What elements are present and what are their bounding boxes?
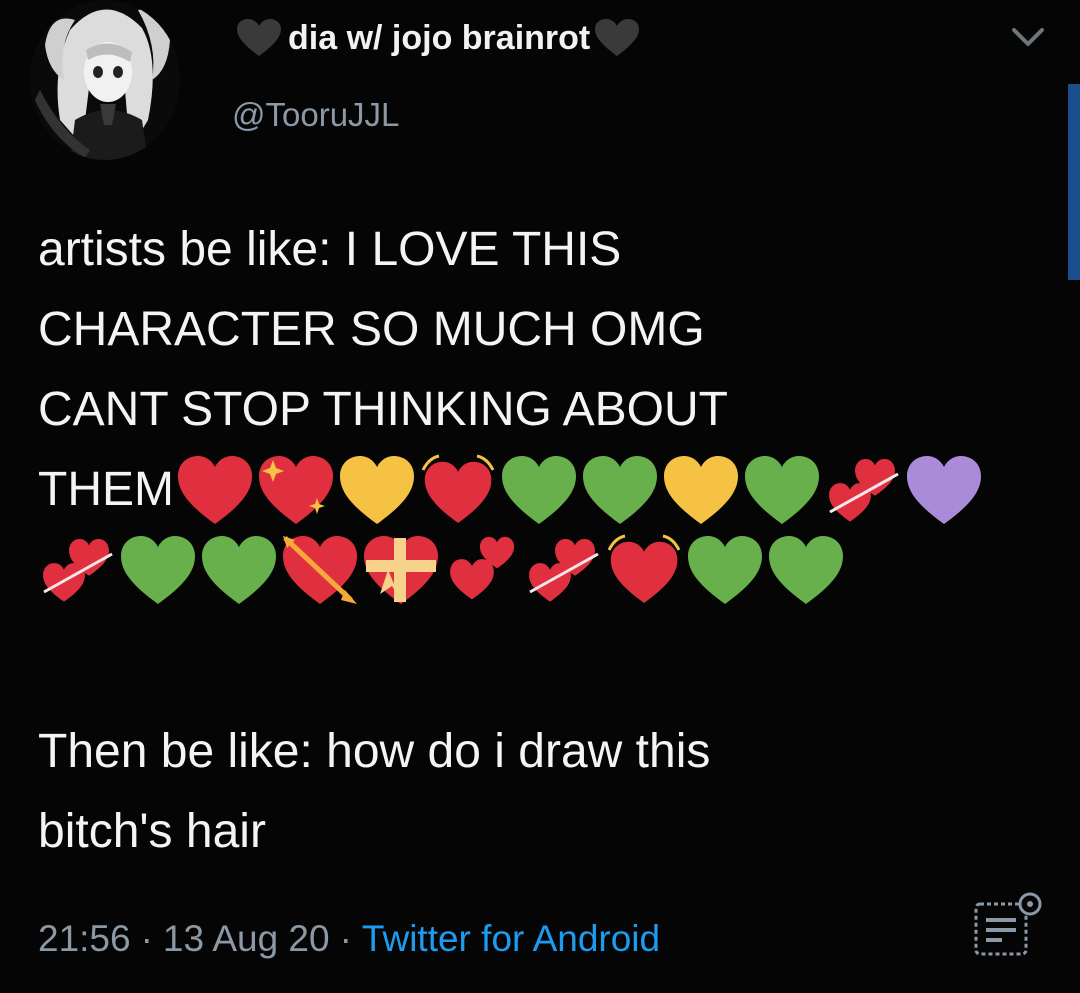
revolving-hearts-icon — [824, 454, 902, 526]
beating-heart-icon — [419, 454, 497, 526]
purple-heart-icon — [905, 454, 983, 526]
green-heart-icon — [581, 454, 659, 526]
emoji-row: THEM — [38, 450, 1048, 530]
display-name[interactable]: dia w/ jojo brainrot — [236, 18, 640, 58]
display-name-text: dia w/ jojo brainrot — [288, 18, 591, 57]
emoji-row — [38, 530, 1048, 610]
author-avatar[interactable] — [30, 0, 180, 160]
heart-with-ribbon-icon — [362, 534, 440, 606]
green-heart-icon — [200, 534, 278, 606]
tweet-body: artists be like: I LOVE THIS CHARACTER S… — [38, 210, 1048, 610]
anime-avatar-icon — [30, 0, 180, 160]
tweet-line: Then be like: how do i draw this — [38, 725, 711, 778]
meta-separator: · — [140, 918, 153, 959]
sparkling-heart-icon — [257, 454, 335, 526]
beating-heart-icon — [605, 534, 683, 606]
two-hearts-icon — [443, 534, 521, 606]
black-heart-icon — [236, 18, 282, 58]
yellow-heart-icon — [338, 454, 416, 526]
tweet-word: THEM — [38, 463, 174, 516]
revolving-hearts-icon — [38, 534, 116, 606]
tweet-line: CHARACTER SO MUCH OMG — [38, 303, 705, 356]
scrollbar-thumb[interactable] — [1068, 84, 1080, 280]
green-heart-icon — [767, 534, 845, 606]
tweet-line: bitch's hair — [38, 805, 266, 858]
yellow-heart-icon — [662, 454, 740, 526]
tweet-meta: 21:56 · 13 Aug 20 · Twitter for Android — [38, 918, 660, 960]
user-handle[interactable]: @TooruJJL — [232, 96, 399, 134]
chevron-down-icon[interactable] — [1010, 24, 1046, 50]
black-heart-icon — [594, 18, 640, 58]
tweet-date[interactable]: 13 Aug 20 — [163, 918, 330, 959]
green-heart-icon — [743, 454, 821, 526]
green-heart-icon — [686, 534, 764, 606]
tweet-line: CANT STOP THINKING ABOUT — [38, 383, 728, 436]
meta-separator: · — [339, 918, 352, 959]
revolving-hearts-icon — [524, 534, 602, 606]
red-heart-icon — [176, 454, 254, 526]
tweet-body-continued: Then be like: how do i draw this bitch's… — [38, 712, 710, 872]
tweet-line: artists be like: I LOVE THIS — [38, 223, 622, 276]
green-heart-icon — [500, 454, 578, 526]
tweet-source-link[interactable]: Twitter for Android — [362, 918, 660, 959]
green-heart-icon — [119, 534, 197, 606]
heart-with-arrow-icon — [281, 534, 359, 606]
analytics-icon[interactable] — [972, 890, 1046, 960]
tweet-time[interactable]: 21:56 — [38, 918, 131, 959]
